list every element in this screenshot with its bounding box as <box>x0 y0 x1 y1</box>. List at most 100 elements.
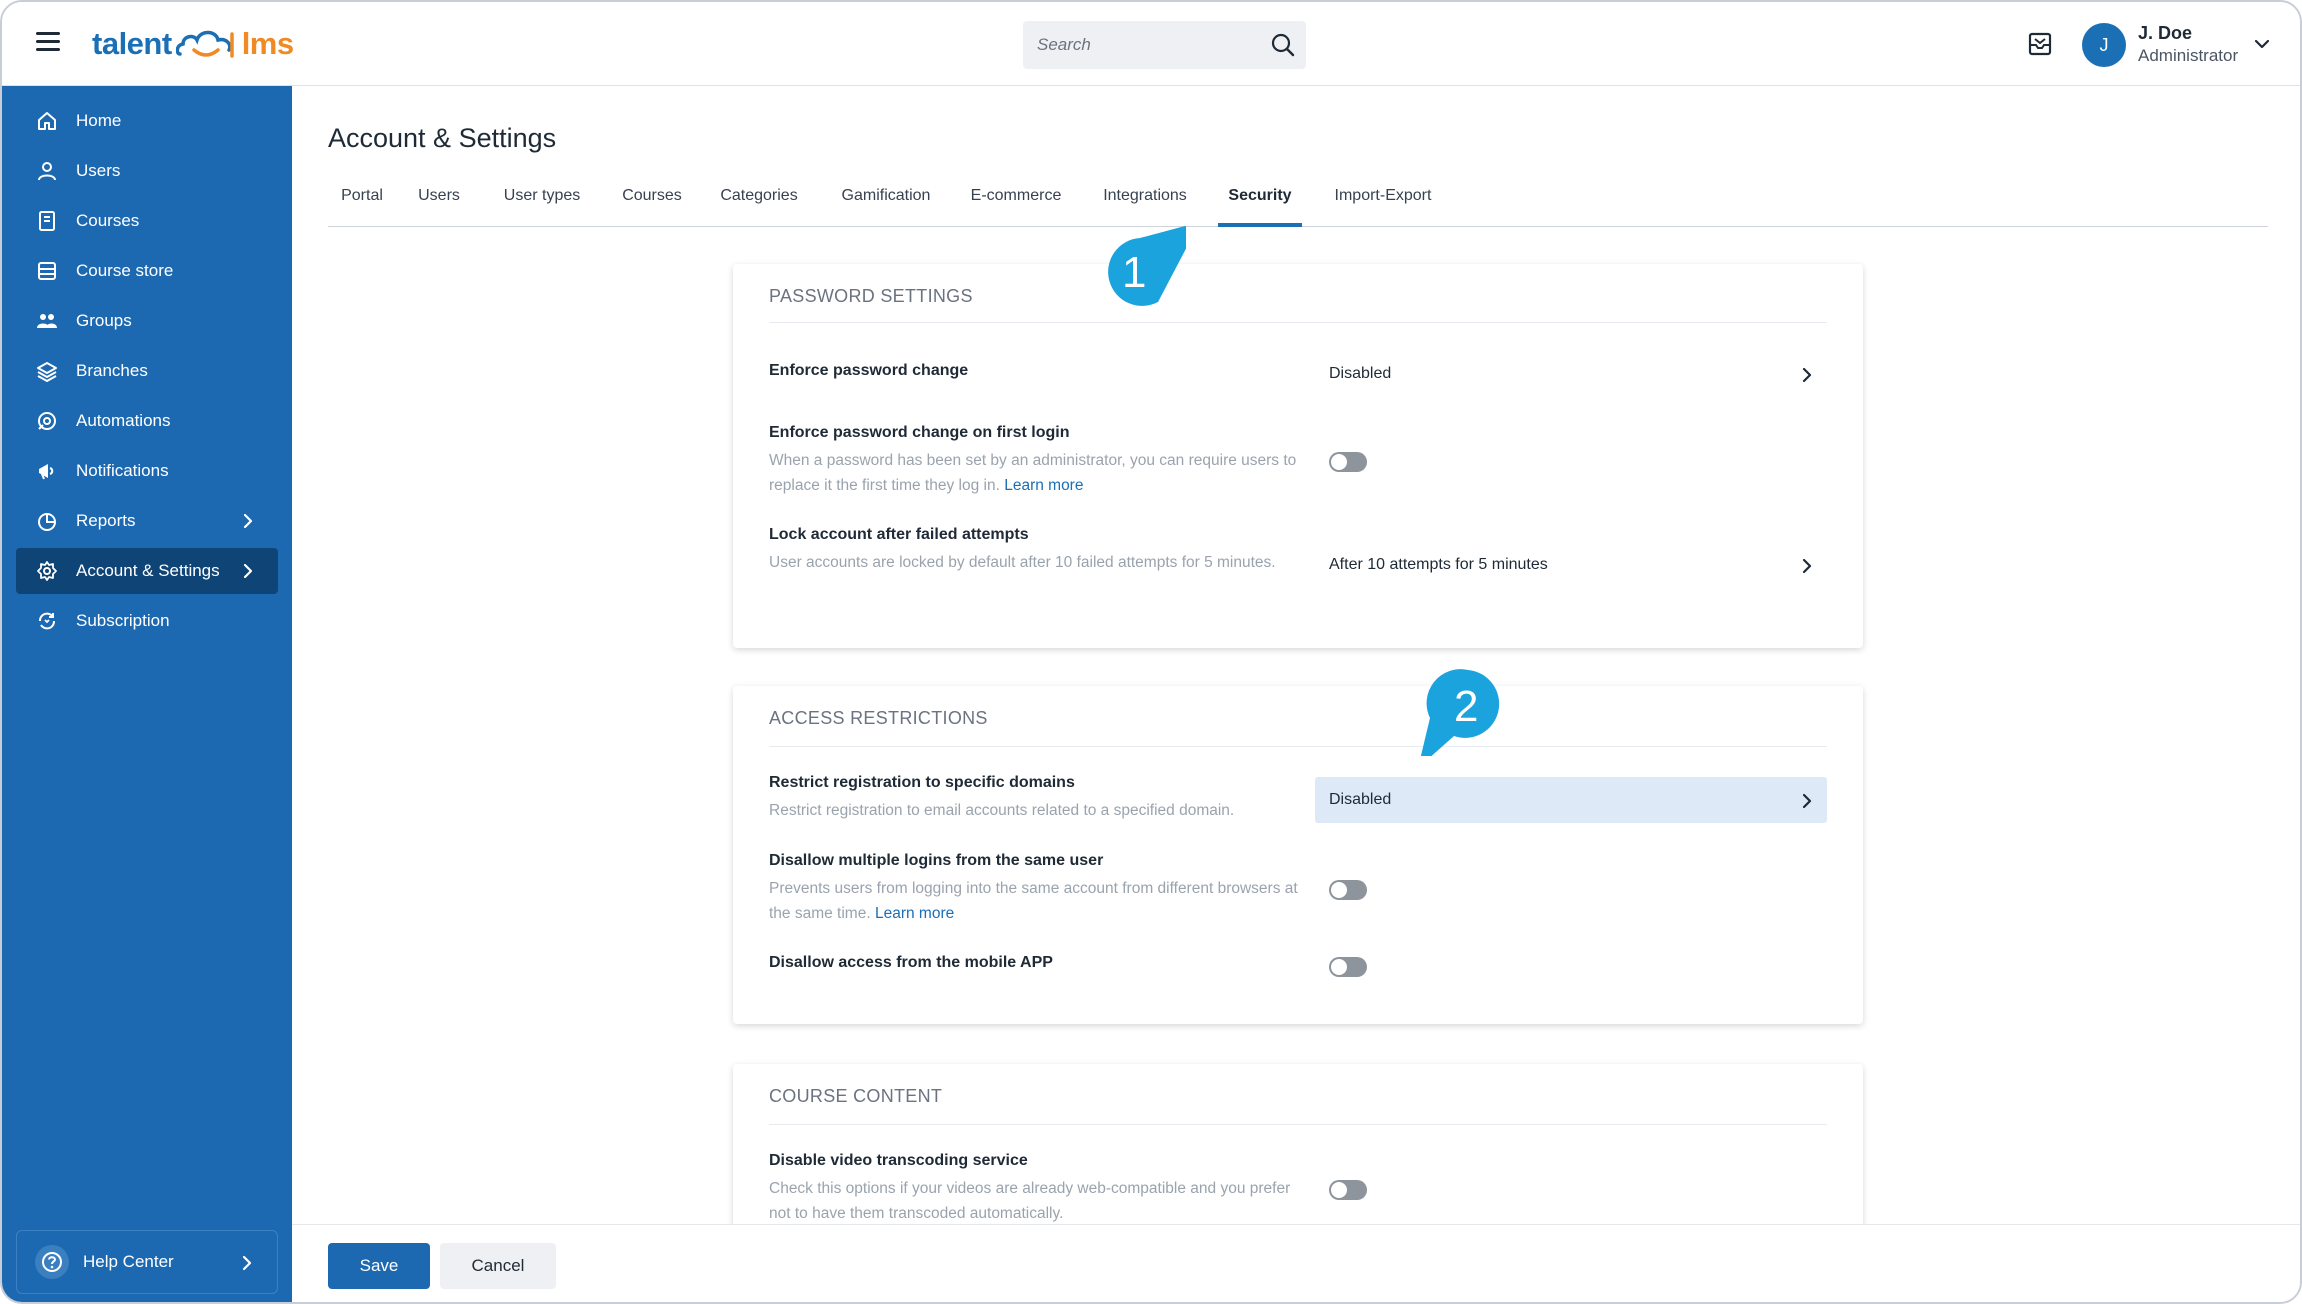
enforce-password-change-value[interactable]: Disabled <box>1329 365 1391 383</box>
search-box[interactable] <box>1023 21 1306 69</box>
tab-courses[interactable]: Courses <box>618 180 686 227</box>
restrict-domains-label: Restrict registration to specific domain… <box>769 774 1075 791</box>
sidebar-item-label: Automations <box>76 411 171 430</box>
store-icon <box>38 262 56 280</box>
megaphone-icon <box>39 464 54 480</box>
sidebar-item-label: Subscription <box>76 611 170 630</box>
tab-portal[interactable]: Portal <box>328 180 396 227</box>
sidebar: Home Users Courses Course store Groups B… <box>2 86 292 1302</box>
search-input[interactable] <box>1023 21 1243 69</box>
book-icon <box>39 211 55 231</box>
video-transcoding-toggle[interactable] <box>1329 1180 1367 1200</box>
chevron-right-icon <box>243 563 253 579</box>
tab-e-commerce[interactable]: E-commerce <box>968 180 1064 227</box>
restrict-domains-description: Restrict registration to email accounts … <box>769 802 1235 819</box>
subscription-icon <box>39 612 55 630</box>
learn-more-link[interactable]: Learn more <box>875 905 954 922</box>
mobile-app-toggle[interactable] <box>1329 957 1367 977</box>
user-role: Administrator <box>2138 46 2239 65</box>
video-transcoding-label: Disable video transcoding service <box>769 1152 1028 1169</box>
annotation-number-1: 1 <box>1122 248 1147 297</box>
home-icon <box>38 112 56 130</box>
avatar[interactable]: J <box>2082 23 2126 67</box>
settings-tabs: Portal Users User types Courses Categori… <box>328 180 2268 227</box>
chevron-right-icon <box>242 1255 252 1271</box>
footer-actions: Save Cancel <box>292 1224 2300 1302</box>
sidebar-item-label: Courses <box>76 211 140 230</box>
multiple-logins-toggle[interactable] <box>1329 880 1367 900</box>
password-settings-card: PASSWORD SETTINGS Enforce password chang… <box>733 264 1863 648</box>
tab-gamification[interactable]: Gamification <box>836 180 936 227</box>
sidebar-item-automations[interactable]: Automations <box>16 398 278 444</box>
tab-users[interactable]: Users <box>412 180 466 227</box>
chevron-right-icon[interactable] <box>1797 791 1817 811</box>
sidebar-item-label: Notifications <box>76 461 169 480</box>
first-login-description: When a password has been set by an admin… <box>769 448 1299 498</box>
divider <box>769 322 1827 323</box>
sidebar-item-course-store[interactable]: Course store <box>16 248 278 294</box>
divider <box>769 746 1827 747</box>
sidebar-item-reports[interactable]: Reports <box>16 498 278 544</box>
sidebar-item-label: Groups <box>76 311 132 330</box>
lock-account-value[interactable]: After 10 attempts for 5 minutes <box>1329 556 1548 574</box>
video-transcoding-description: Check this options if your videos are al… <box>769 1180 1291 1222</box>
lock-account-description: User accounts are locked by default afte… <box>769 554 1276 571</box>
restrict-domains-selector[interactable] <box>1315 777 1827 823</box>
sidebar-item-label: Course store <box>76 261 174 280</box>
save-button[interactable]: Save <box>328 1243 430 1289</box>
hamburger-menu-icon[interactable] <box>36 32 60 52</box>
cancel-button[interactable]: Cancel <box>440 1243 556 1289</box>
sidebar-item-home[interactable]: Home <box>16 98 278 144</box>
top-bar: talent lms J J. Doe Administrator <box>2 2 2300 86</box>
sidebar-item-account-settings[interactable]: Account & Settings <box>16 548 278 594</box>
mobile-app-label: Disallow access from the mobile APP <box>769 954 1053 971</box>
sidebar-item-courses[interactable]: Courses <box>16 198 278 244</box>
sidebar-item-label: Users <box>76 161 121 180</box>
tab-import-export[interactable]: Import-Export <box>1328 180 1438 227</box>
tab-user-types[interactable]: User types <box>500 180 584 227</box>
sidebar-item-groups[interactable]: Groups <box>16 298 278 344</box>
help-center-label: Help Center <box>83 1252 174 1271</box>
sidebar-item-label: Reports <box>76 511 136 530</box>
sidebar-item-branches[interactable]: Branches <box>16 348 278 394</box>
user-name[interactable]: J. Doe <box>2138 23 2192 44</box>
sidebar-item-label: Home <box>76 111 122 130</box>
first-login-toggle[interactable] <box>1329 452 1367 472</box>
chevron-right-icon[interactable] <box>1797 556 1817 576</box>
restrict-domains-value[interactable]: Disabled <box>1329 791 1391 809</box>
help-center-button[interactable]: Help Center <box>16 1230 278 1294</box>
first-login-label: Enforce password change on first login <box>769 424 1070 441</box>
enforce-password-change-label: Enforce password change <box>769 362 969 379</box>
lock-account-label: Lock account after failed attempts <box>769 526 1029 543</box>
layers-icon <box>37 362 57 382</box>
chevron-right-icon[interactable] <box>1797 365 1817 385</box>
learn-more-link[interactable]: Learn more <box>1004 477 1083 494</box>
groups-icon <box>37 314 57 328</box>
sidebar-item-label: Branches <box>76 361 148 380</box>
divider <box>769 1124 1827 1125</box>
inbox-icon[interactable] <box>2026 31 2054 57</box>
automation-icon <box>38 412 56 430</box>
tab-integrations[interactable]: Integrations <box>1098 180 1192 227</box>
tab-categories[interactable]: Categories <box>716 180 802 227</box>
logo-text-talent: talent <box>92 26 172 61</box>
annotation-number-2: 2 <box>1454 682 1479 731</box>
search-icon[interactable] <box>1270 32 1296 58</box>
talentlms-logo[interactable]: talent lms <box>92 22 294 66</box>
access-restrictions-card: ACCESS RESTRICTIONS Restrict registratio… <box>733 686 1863 1024</box>
multiple-logins-label: Disallow multiple logins from the same u… <box>769 852 1104 869</box>
multiple-logins-desc-text: Prevents users from logging into the sam… <box>769 880 1298 922</box>
tab-security[interactable]: Security <box>1218 180 1302 227</box>
user-icon <box>38 162 56 181</box>
chevron-down-icon[interactable] <box>2252 34 2272 54</box>
logo-text-lms: lms <box>241 26 294 61</box>
sidebar-item-notifications[interactable]: Notifications <box>16 448 278 494</box>
multiple-logins-description: Prevents users from logging into the sam… <box>769 876 1299 926</box>
section-title: ACCESS RESTRICTIONS <box>769 708 988 728</box>
sidebar-item-subscription[interactable]: Subscription <box>16 598 278 644</box>
pie-chart-icon <box>38 513 56 531</box>
chevron-right-icon <box>243 513 253 529</box>
sidebar-item-users[interactable]: Users <box>16 148 278 194</box>
section-title: PASSWORD SETTINGS <box>769 286 973 306</box>
cloud-logo-icon <box>175 30 234 58</box>
